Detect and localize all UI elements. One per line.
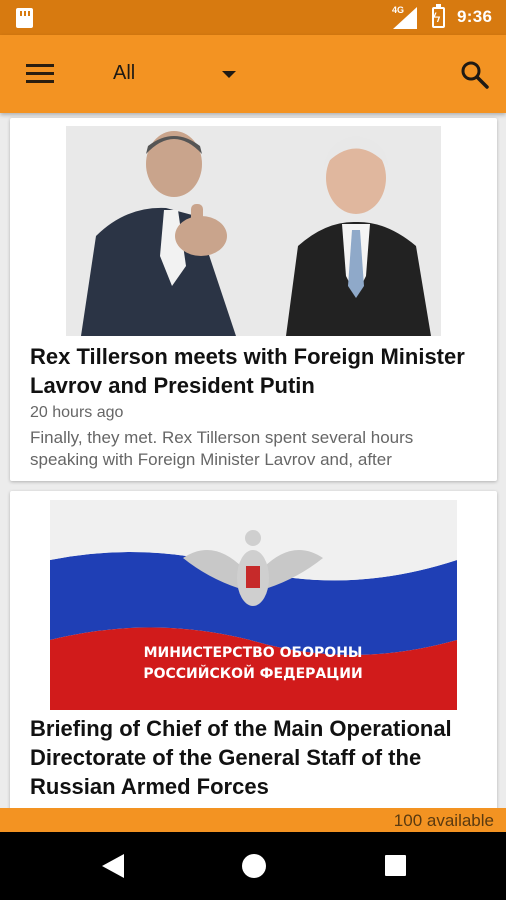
article-title[interactable]: Briefing of Chief of the Main Operationa… <box>30 714 485 801</box>
network-type: 4G <box>392 5 405 15</box>
article-title[interactable]: Rex Tillerson meets with Foreign Ministe… <box>30 342 485 400</box>
back-icon[interactable] <box>102 854 124 878</box>
availability-bar: 100 available <box>0 808 506 832</box>
app-bar: All <box>0 35 506 113</box>
clock: 9:36 <box>457 7 493 26</box>
article-image <box>66 126 441 336</box>
article-image: МИНИСТЕРСТВО ОБОРОНЫ РОССИЙСКОЙ ФЕДЕРАЦИ… <box>50 500 457 710</box>
available-count: 100 available <box>393 811 494 830</box>
sd-card-icon <box>16 8 33 28</box>
article-card[interactable]: МИНИСТЕРСТВО ОБОРОНЫ РОССИЙСКОЙ ФЕДЕРАЦИ… <box>10 491 497 831</box>
battery-charging-icon <box>432 4 445 28</box>
image-caption-line-2: РОССИЙСКОЙ ФЕДЕРАЦИИ <box>143 665 362 682</box>
search-icon[interactable] <box>460 60 490 90</box>
recents-icon[interactable] <box>385 855 406 876</box>
status-bar: 4G 9:36 <box>0 0 506 35</box>
filter-dropdown-label[interactable]: All <box>113 62 135 85</box>
system-nav-bar <box>0 832 506 900</box>
menu-icon[interactable] <box>26 64 54 84</box>
home-icon[interactable] <box>242 854 266 878</box>
article-card[interactable]: Rex Tillerson meets with Foreign Ministe… <box>10 118 497 481</box>
image-caption-line-1: МИНИСТЕРСТВО ОБОРОНЫ <box>144 645 363 661</box>
article-summary: Finally, they met. Rex Tillerson spent s… <box>30 428 414 469</box>
chevron-down-icon[interactable] <box>222 71 236 78</box>
article-time: 20 hours ago <box>30 404 124 421</box>
